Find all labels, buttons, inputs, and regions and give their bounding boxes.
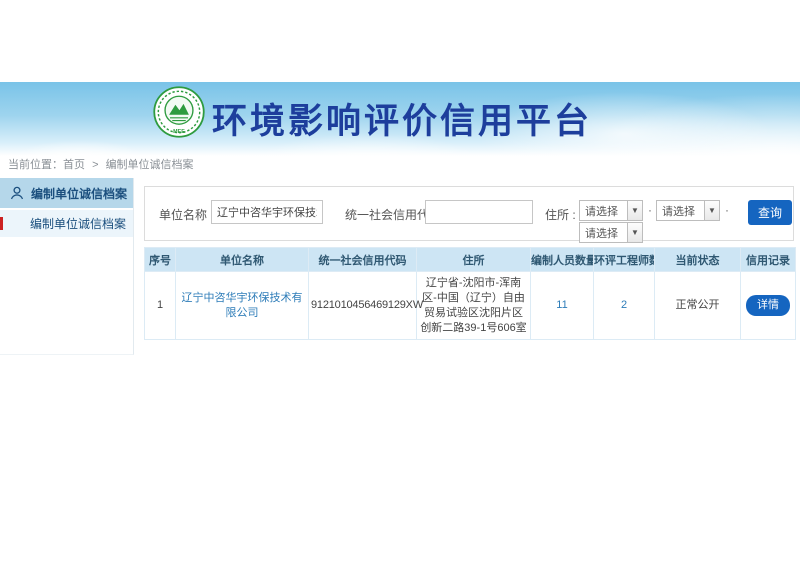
cell-seq: 1: [145, 272, 176, 340]
city-select-value: 请选择: [657, 201, 704, 220]
chevron-down-icon[interactable]: ▼: [704, 201, 719, 220]
chevron-down-icon[interactable]: ▼: [627, 201, 642, 220]
table-row: 1 辽宁中咨华宇环保技术有限公司 9121010456469129XW 辽宁省-…: [145, 272, 796, 340]
province-select-value: 请选择: [580, 201, 627, 220]
cell-address: 辽宁省-沈阳市-浑南区-中国（辽宁）自由贸易试验区沈阳片区创新二路39-1号60…: [417, 272, 531, 340]
sidebar-header-label: 编制单位诚信档案: [31, 185, 127, 202]
address-label: 住所 :: [545, 206, 576, 223]
table-header-row: 序号 单位名称 统一社会信用代码 住所 编制人员数量 环评工程师数量 当前状态 …: [145, 248, 796, 272]
sidebar-item-label: 编制单位诚信档案: [30, 215, 126, 232]
city-select[interactable]: 请选择 ▼: [656, 200, 720, 221]
sidebar: 编制单位诚信档案 编制单位诚信档案: [0, 178, 134, 355]
site-title: 环境影响评价信用平台: [212, 93, 592, 144]
cell-status: 正常公开: [655, 272, 741, 340]
unit-name-label: 单位名称 :: [159, 206, 214, 223]
col-header-credit-code: 统一社会信用代码: [309, 248, 417, 272]
header-banner: MEE 环境影响评价信用平台: [0, 82, 800, 156]
district-select-value: 请选择: [580, 223, 627, 242]
detail-button[interactable]: 详情: [746, 295, 790, 316]
province-select[interactable]: 请选择 ▼: [579, 200, 643, 221]
breadcrumb-current: 编制单位诚信档案: [106, 159, 194, 171]
engineer-count-link[interactable]: 2: [621, 299, 627, 311]
credit-code-input[interactable]: [425, 200, 533, 224]
logo-text: MEE: [173, 129, 185, 135]
col-header-address: 住所: [417, 248, 531, 272]
address-separator-2: ·: [725, 203, 729, 217]
breadcrumb-home-link[interactable]: 首页: [63, 159, 85, 171]
breadcrumb-label: 当前位置：: [8, 159, 63, 171]
address-separator-1: ·: [648, 203, 652, 217]
breadcrumb-separator: >: [92, 159, 98, 171]
result-table: 序号 单位名称 统一社会信用代码 住所 编制人员数量 环评工程师数量 当前状态 …: [144, 247, 796, 340]
search-button[interactable]: 查询: [748, 200, 792, 225]
chevron-down-icon[interactable]: ▼: [627, 223, 642, 242]
search-panel: 单位名称 : 统一社会信用代码 : 住所 : 请选择 ▼ · 请选择 ▼ · 请…: [144, 186, 794, 241]
col-header-name: 单位名称: [176, 248, 309, 272]
breadcrumb: 当前位置：首页 > 编制单位诚信档案: [8, 156, 194, 172]
col-header-record: 信用记录: [741, 248, 796, 272]
mee-logo-icon: MEE: [152, 85, 206, 139]
unit-name-input[interactable]: [211, 200, 323, 224]
active-marker: [0, 217, 3, 230]
col-header-staff-count: 编制人员数量: [531, 248, 594, 272]
cell-credit-code: 9121010456469129XW: [309, 272, 417, 340]
col-header-seq: 序号: [145, 248, 176, 272]
district-select[interactable]: 请选择 ▼: [579, 222, 643, 243]
company-name-link[interactable]: 辽宁中咨华宇环保技术有限公司: [182, 292, 303, 319]
sidebar-item-archive[interactable]: 编制单位诚信档案: [0, 208, 133, 237]
col-header-engineer-count: 环评工程师数量: [594, 248, 655, 272]
col-header-status: 当前状态: [655, 248, 741, 272]
staff-count-link[interactable]: 11: [556, 299, 567, 311]
page: MEE 环境影响评价信用平台 当前位置：首页 > 编制单位诚信档案 编制单位诚信…: [0, 0, 800, 565]
sidebar-header: 编制单位诚信档案: [0, 178, 133, 208]
user-icon: [10, 186, 24, 200]
